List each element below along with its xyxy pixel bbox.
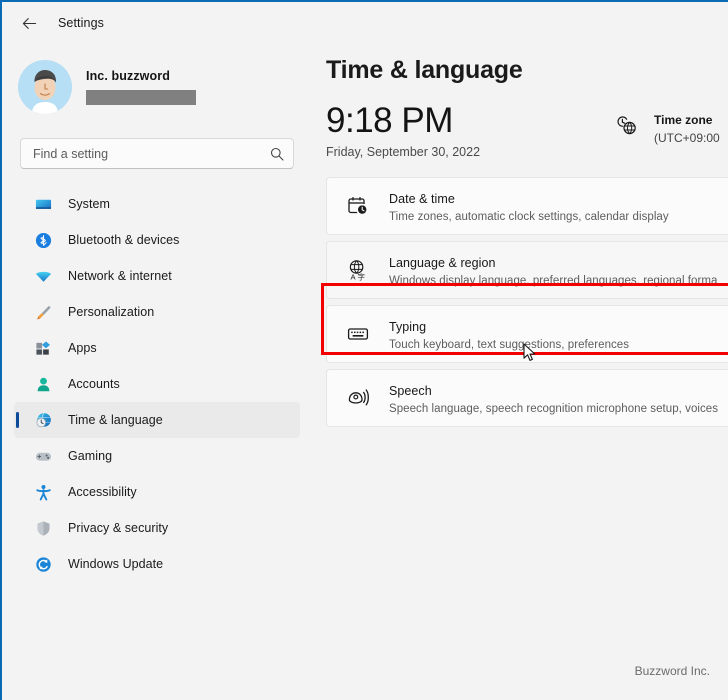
card-title: Speech: [389, 383, 432, 398]
speech-icon: [347, 387, 369, 409]
sidebar-item-label: Windows Update: [68, 557, 164, 571]
sidebar-item-time-language[interactable]: Time & language: [14, 402, 300, 438]
sidebar-item-label: System: [68, 197, 110, 211]
sidebar-item-system[interactable]: System: [14, 186, 300, 222]
apps-icon: [34, 339, 52, 357]
sidebar-nav: System Bluetooth & devices Network & int…: [2, 186, 312, 582]
gamepad-icon: [34, 447, 52, 465]
app-title: Settings: [58, 16, 104, 30]
sidebar-item-label: Apps: [68, 341, 97, 355]
update-icon: [34, 555, 52, 573]
title-bar: Settings: [2, 2, 728, 44]
card-text: Speech Speech language, speech recogniti…: [389, 382, 718, 415]
main-content: Time & language 9:18 PM Friday, Septembe…: [312, 44, 728, 700]
card-text: Typing Touch keyboard, text suggestions,…: [389, 318, 629, 351]
account-email-redacted: [86, 90, 196, 105]
settings-window: Settings Inc. buzzword Find a setting Sy…: [0, 0, 728, 700]
clock-block: 9:18 PM Friday, September 30, 2022: [326, 101, 616, 159]
card-title: Date & time: [389, 191, 455, 206]
paintbrush-icon: [34, 303, 52, 321]
sidebar-item-label: Personalization: [68, 305, 155, 319]
sidebar-item-personalization[interactable]: Personalization: [14, 294, 300, 330]
wifi-icon: [34, 267, 52, 285]
person-icon: [34, 375, 52, 393]
current-date: Friday, September 30, 2022: [326, 144, 481, 159]
avatar-illustration-icon: [18, 60, 72, 114]
svg-text:字: 字: [357, 271, 365, 281]
timezone-label: Time zone: [654, 113, 713, 127]
card-text: Language & region Windows display langua…: [389, 254, 717, 287]
sidebar: Inc. buzzword Find a setting System Blue…: [2, 44, 312, 700]
settings-card-speech[interactable]: Speech Speech language, speech recogniti…: [326, 369, 728, 427]
page-title: Time & language: [326, 56, 523, 84]
sidebar-item-label: Privacy & security: [68, 521, 169, 535]
globe-clock-icon: [34, 411, 52, 429]
search-icon[interactable]: [270, 147, 284, 161]
timezone-block: Time zone (UTC+09:00: [616, 103, 720, 145]
timezone-value: (UTC+09:00: [654, 131, 720, 145]
sidebar-item-accounts[interactable]: Accounts: [14, 366, 300, 402]
card-subtitle: Touch keyboard, text suggestions, prefer…: [389, 338, 630, 351]
clock-row: 9:18 PM Friday, September 30, 2022 Time …: [326, 101, 728, 169]
card-title: Language & region: [389, 255, 496, 270]
bluetooth-icon: [34, 231, 52, 249]
timezone-text: Time zone (UTC+09:00: [654, 113, 720, 145]
monitor-icon: [34, 195, 52, 213]
sidebar-item-bluetooth-devices[interactable]: Bluetooth & devices: [14, 222, 300, 258]
shield-icon: [34, 519, 52, 537]
sidebar-item-network-internet[interactable]: Network & internet: [14, 258, 300, 294]
sidebar-item-label: Gaming: [68, 449, 113, 463]
sidebar-item-label: Time & language: [68, 413, 163, 427]
sidebar-item-accessibility[interactable]: Accessibility: [14, 474, 300, 510]
card-subtitle: Speech language, speech recognition micr…: [389, 402, 719, 415]
calendar-clock-icon: [347, 195, 369, 217]
search-input[interactable]: [33, 146, 270, 161]
accessibility-icon: [34, 483, 52, 501]
footer-text: Buzzword Inc.: [634, 664, 710, 678]
sidebar-item-apps[interactable]: Apps: [14, 330, 300, 366]
sidebar-item-label: Bluetooth & devices: [68, 233, 180, 247]
settings-card-list: Date & time Time zones, automatic clock …: [326, 177, 728, 427]
current-time: 9:18 PM: [326, 101, 453, 140]
sidebar-item-windows-update[interactable]: Windows Update: [14, 546, 300, 582]
settings-card-date-time[interactable]: Date & time Time zones, automatic clock …: [326, 177, 728, 235]
globe-clock-icon: [616, 113, 642, 142]
sidebar-item-label: Accounts: [68, 377, 120, 391]
account-text: Inc. buzzword: [86, 69, 196, 105]
card-title: Typing: [389, 319, 427, 334]
card-text: Date & time Time zones, automatic clock …: [389, 190, 669, 223]
settings-card-language-region[interactable]: A 字 Language & region Windows display la…: [326, 241, 728, 299]
sidebar-item-label: Accessibility: [68, 485, 137, 499]
card-subtitle: Windows display language, preferred lang…: [389, 274, 718, 287]
back-button[interactable]: [14, 8, 44, 38]
search-box[interactable]: [20, 138, 294, 169]
settings-card-typing[interactable]: Typing Touch keyboard, text suggestions,…: [326, 305, 728, 363]
card-subtitle: Time zones, automatic clock settings, ca…: [389, 210, 669, 223]
sidebar-item-label: Network & internet: [68, 269, 172, 283]
account-name: Inc. buzzword: [86, 69, 170, 83]
globe-language-icon: A 字: [347, 259, 369, 281]
back-arrow-icon: [22, 17, 36, 29]
sidebar-item-privacy-security[interactable]: Privacy & security: [14, 510, 300, 546]
keyboard-icon: [347, 323, 369, 345]
sidebar-item-gaming[interactable]: Gaming: [14, 438, 300, 474]
account-section[interactable]: Inc. buzzword: [2, 44, 312, 116]
avatar: [18, 60, 72, 114]
